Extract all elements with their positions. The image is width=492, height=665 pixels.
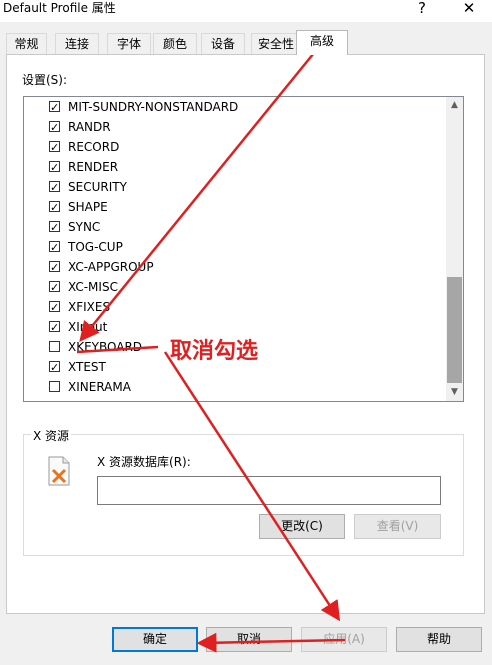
checkbox[interactable] <box>49 158 60 178</box>
checkbox[interactable] <box>49 381 60 392</box>
tab-label: 高级 <box>309 34 334 48</box>
list-item-label: XC-APPGROUP <box>68 260 154 274</box>
change-button[interactable]: 更改(C) <box>259 514 345 539</box>
list-item-label: XKEYBOARD <box>68 340 143 354</box>
checkbox[interactable] <box>49 258 60 278</box>
list-item-label: XC-MISC <box>68 280 118 294</box>
list-item-label: MIT-SUNDRY-NONSTANDARD <box>68 100 239 114</box>
list-item-label: SYNC <box>68 220 101 234</box>
checkbox[interactable] <box>49 118 60 138</box>
checkbox[interactable] <box>49 358 60 378</box>
list-item-label: XFIXES <box>68 300 111 314</box>
list-item-label: RENDER <box>68 160 119 174</box>
tab-label: 颜色 <box>162 37 187 51</box>
db-label: X 资源数据库(R): <box>97 455 191 469</box>
group-title: X 资源 <box>31 427 72 444</box>
checkbox[interactable] <box>49 278 60 298</box>
tab-label: 安全性 <box>257 37 294 51</box>
checkbox[interactable] <box>49 298 60 318</box>
tab-security[interactable]: 安全性 <box>251 33 301 54</box>
tab-colors[interactable]: 颜色 <box>153 33 197 54</box>
tab-label: 常规 <box>14 37 39 51</box>
checkbox[interactable] <box>49 198 60 218</box>
view-button[interactable]: 查看(V) <box>354 514 441 539</box>
checkbox[interactable] <box>49 138 60 158</box>
help-icon[interactable]: ? <box>410 0 434 19</box>
list-item-label: TOG-CUP <box>68 240 123 254</box>
tab-strip: 常规 连接 字体 颜色 设备 安全性 高级 <box>6 30 490 55</box>
ok-button[interactable]: 确定 <box>112 627 198 652</box>
title-bar: Default Profile 属性 ? ✕ <box>0 0 492 22</box>
scroll-up-icon[interactable]: ▲ <box>446 97 463 114</box>
scrollbar-thumb[interactable] <box>447 277 462 383</box>
cancel-button[interactable]: 取消 <box>206 627 292 652</box>
list-item-label: RECORD <box>68 140 120 154</box>
list-item-label: SHAPE <box>68 200 108 214</box>
list-item-label: SECURITY <box>68 180 127 194</box>
list-item-label: XInput <box>68 320 108 334</box>
checkbox[interactable] <box>49 341 60 352</box>
checkbox[interactable] <box>49 238 60 258</box>
checkbox[interactable] <box>49 178 60 198</box>
list-item-label: XTEST <box>68 360 106 374</box>
list-item-label: RANDR <box>68 120 111 134</box>
annotation-text: 取消勾选 <box>170 339 259 364</box>
close-icon[interactable]: ✕ <box>457 0 481 19</box>
tab-connection[interactable]: 连接 <box>55 33 99 54</box>
tab-devices[interactable]: 设备 <box>201 33 245 54</box>
settings-label: 设置(S): <box>22 73 68 87</box>
checkbox[interactable] <box>49 98 60 118</box>
window-title: Default Profile 属性 <box>3 1 116 15</box>
tab-advanced[interactable]: 高级 <box>296 30 348 55</box>
tab-label: 连接 <box>64 37 89 51</box>
checkbox[interactable] <box>49 218 60 238</box>
resource-file-icon <box>48 456 70 486</box>
checkbox[interactable] <box>49 318 60 338</box>
tab-general[interactable]: 常规 <box>6 33 47 54</box>
help-button[interactable]: 帮助 <box>396 627 482 652</box>
tab-label: 字体 <box>116 37 141 51</box>
tab-label: 设备 <box>210 37 235 51</box>
resource-database-input[interactable] <box>97 476 441 505</box>
vertical-scrollbar[interactable]: ▲ ▼ <box>446 97 463 401</box>
list-item-label: XINERAMA <box>68 380 131 394</box>
scroll-down-icon[interactable]: ▼ <box>446 384 463 401</box>
apply-button[interactable]: 应用(A) <box>301 627 387 652</box>
tab-font[interactable]: 字体 <box>107 33 151 54</box>
